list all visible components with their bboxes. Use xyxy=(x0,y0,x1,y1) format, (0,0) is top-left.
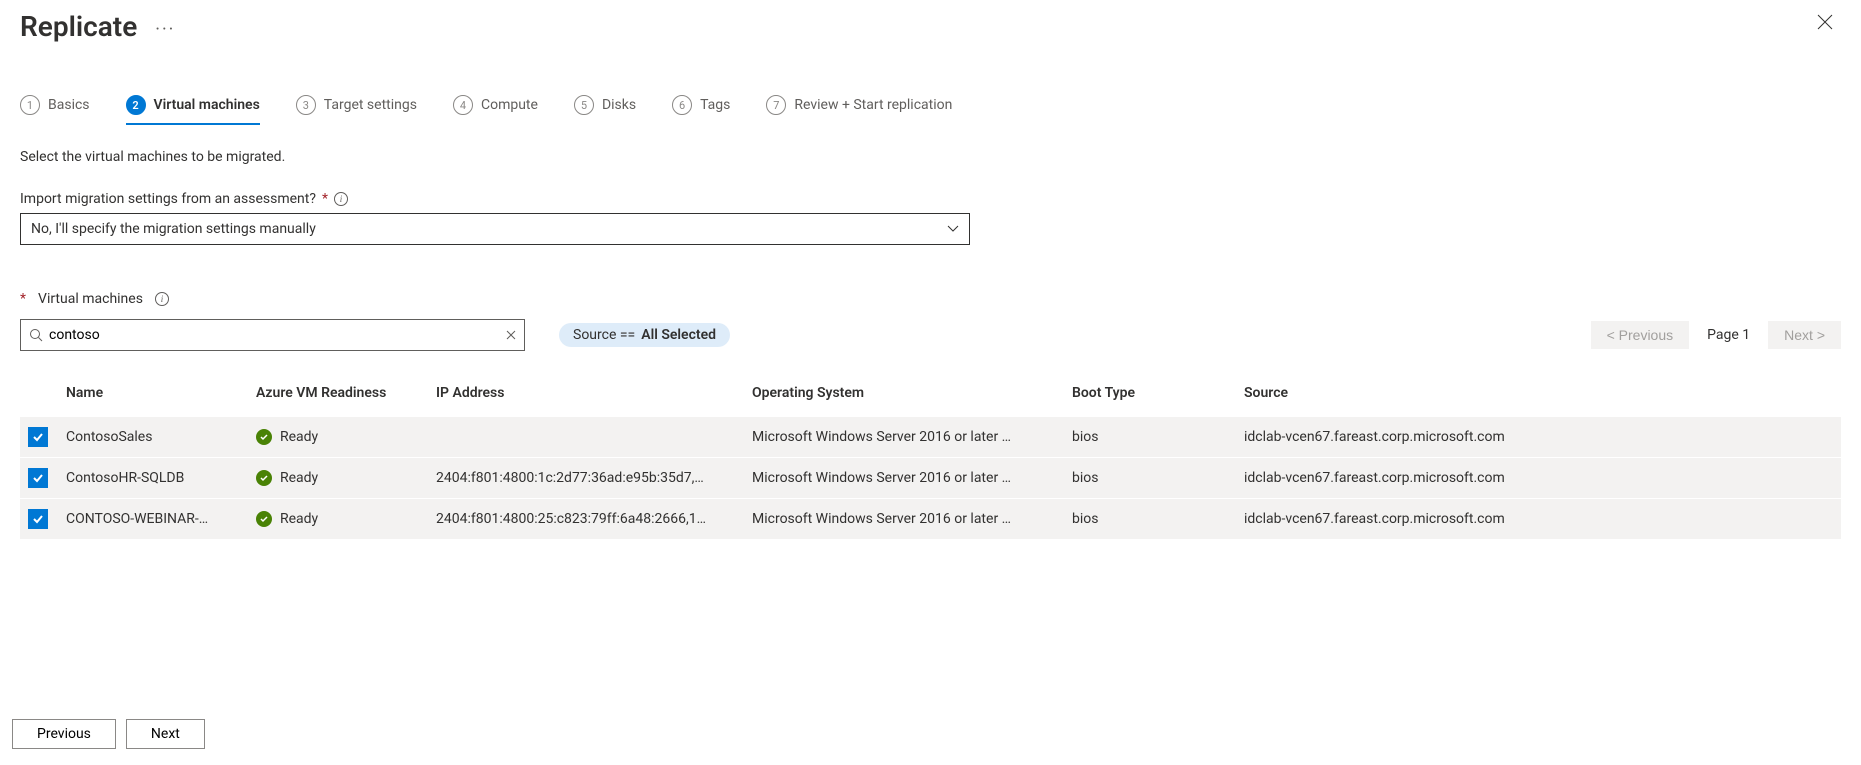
vm-search-box[interactable] xyxy=(20,319,525,351)
cell-ip: 2404:f801:4800:1c:2d77:36ad:e95b:35d7,… xyxy=(436,470,752,486)
required-indicator: * xyxy=(20,291,26,307)
next-button[interactable]: Next xyxy=(126,719,205,749)
ready-icon xyxy=(256,470,272,486)
cell-ip: 2404:f801:4800:25:c823:79ff:6a48:2666,1… xyxy=(436,511,752,527)
step-label: Virtual machines xyxy=(154,97,260,113)
cell-source: idclab-vcen67.fareast.corp.microsoft.com xyxy=(1244,511,1841,527)
required-indicator: * xyxy=(322,191,328,207)
step-description: Select the virtual machines to be migrat… xyxy=(20,149,1841,165)
tab-basics[interactable]: 1 Basics xyxy=(20,95,90,125)
col-ip[interactable]: IP Address xyxy=(436,385,752,401)
cell-name: ContosoSales xyxy=(66,429,256,445)
step-number: 5 xyxy=(574,95,594,115)
row-checkbox[interactable] xyxy=(28,509,48,529)
cell-boot: bios xyxy=(1072,511,1244,527)
info-icon[interactable]: i xyxy=(155,292,169,306)
step-number: 6 xyxy=(672,95,692,115)
ready-icon xyxy=(256,511,272,527)
pager-previous-button[interactable]: < Previous xyxy=(1591,321,1690,349)
clear-icon[interactable] xyxy=(506,330,516,340)
ready-icon xyxy=(256,429,272,445)
step-number: 3 xyxy=(296,95,316,115)
page-indicator: Page 1 xyxy=(1707,327,1750,343)
cell-readiness: Ready xyxy=(280,470,318,486)
table-row: CONTOSO-WEBINAR-… Ready 2404:f801:4800:2… xyxy=(20,499,1841,540)
tab-tags[interactable]: 6 Tags xyxy=(672,95,730,125)
col-boot[interactable]: Boot Type xyxy=(1072,385,1244,401)
step-number: 1 xyxy=(20,95,40,115)
cell-readiness: Ready xyxy=(280,429,318,445)
cell-os: Microsoft Windows Server 2016 or later … xyxy=(752,470,1072,486)
search-icon xyxy=(29,328,43,342)
col-name[interactable]: Name xyxy=(66,385,256,401)
select-value: No, I'll specify the migration settings … xyxy=(31,221,316,237)
step-number: 4 xyxy=(453,95,473,115)
import-settings-select[interactable]: No, I'll specify the migration settings … xyxy=(20,213,970,245)
filter-prefix: Source == xyxy=(573,327,635,343)
col-os[interactable]: Operating System xyxy=(752,385,1072,401)
cell-boot: bios xyxy=(1072,470,1244,486)
cell-boot: bios xyxy=(1072,429,1244,445)
page-title: Replicate xyxy=(20,10,137,43)
previous-button[interactable]: Previous xyxy=(12,719,116,749)
vm-table: Name Azure VM Readiness IP Address Opera… xyxy=(20,377,1841,540)
virtual-machines-label: Virtual machines xyxy=(38,291,143,307)
step-label: Compute xyxy=(481,97,538,113)
cell-name: ContosoHR-SQLDB xyxy=(66,470,256,486)
row-checkbox[interactable] xyxy=(28,468,48,488)
col-readiness[interactable]: Azure VM Readiness xyxy=(256,385,436,401)
cell-os: Microsoft Windows Server 2016 or later … xyxy=(752,511,1072,527)
step-number: 7 xyxy=(766,95,786,115)
step-label: Tags xyxy=(700,97,730,113)
tab-review[interactable]: 7 Review + Start replication xyxy=(766,95,952,125)
cell-os: Microsoft Windows Server 2016 or later … xyxy=(752,429,1072,445)
tab-compute[interactable]: 4 Compute xyxy=(453,95,538,125)
cell-readiness: Ready xyxy=(280,511,318,527)
import-settings-label: Import migration settings from an assess… xyxy=(20,191,316,207)
wizard-steps: 1 Basics 2 Virtual machines 3 Target set… xyxy=(20,95,1841,125)
step-label: Target settings xyxy=(324,97,417,113)
step-label: Basics xyxy=(48,97,90,113)
filter-value: All Selected xyxy=(641,327,716,343)
more-icon[interactable]: ··· xyxy=(155,21,175,39)
step-label: Disks xyxy=(602,97,636,113)
info-icon[interactable]: i xyxy=(334,192,348,206)
row-checkbox[interactable] xyxy=(28,427,48,447)
tab-disks[interactable]: 5 Disks xyxy=(574,95,636,125)
cell-source: idclab-vcen67.fareast.corp.microsoft.com xyxy=(1244,470,1841,486)
table-row: ContosoHR-SQLDB Ready 2404:f801:4800:1c:… xyxy=(20,458,1841,499)
step-label: Review + Start replication xyxy=(794,97,952,113)
close-icon[interactable] xyxy=(1809,10,1841,34)
pager-next-button[interactable]: Next > xyxy=(1768,321,1841,349)
tab-target-settings[interactable]: 3 Target settings xyxy=(296,95,417,125)
table-row: ContosoSales Ready Microsoft Windows Ser… xyxy=(20,417,1841,458)
col-source[interactable]: Source xyxy=(1244,385,1841,401)
tab-virtual-machines[interactable]: 2 Virtual machines xyxy=(126,95,260,125)
cell-source: idclab-vcen67.fareast.corp.microsoft.com xyxy=(1244,429,1841,445)
chevron-down-icon xyxy=(947,223,959,235)
vm-search-input[interactable] xyxy=(43,326,506,344)
step-number: 2 xyxy=(126,95,146,115)
cell-name: CONTOSO-WEBINAR-… xyxy=(66,511,256,527)
source-filter-pill[interactable]: Source == All Selected xyxy=(559,323,730,347)
